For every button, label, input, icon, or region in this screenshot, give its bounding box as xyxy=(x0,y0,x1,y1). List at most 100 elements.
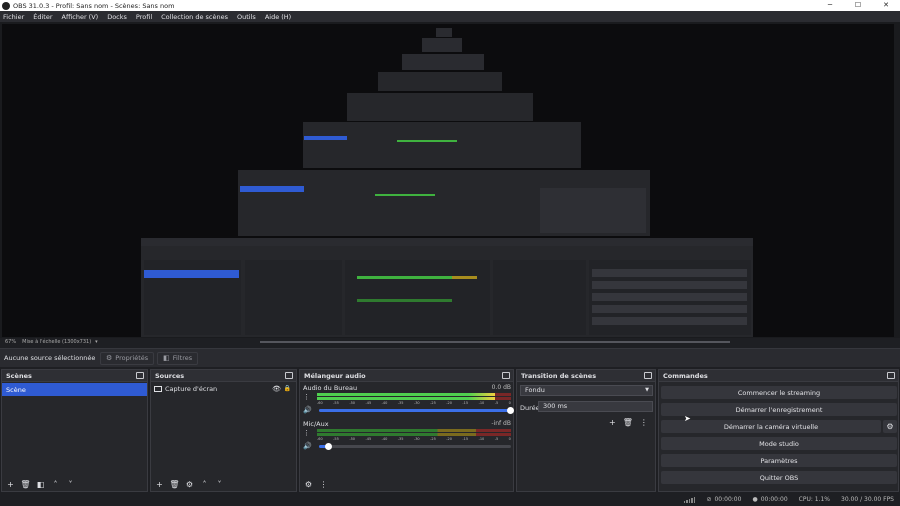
mixer-toolbar: ⚙ ⋮ xyxy=(300,477,513,491)
transitions-dock: Transition de scènes Fondu ▼ Durée 300 m… xyxy=(516,369,656,492)
scenes-title: Scènes xyxy=(6,371,32,380)
menu-editer[interactable]: Éditer xyxy=(33,13,52,21)
volume-slider-knob[interactable] xyxy=(507,407,514,414)
meter-tick-label: -25 xyxy=(430,437,436,441)
channel-db: 0.0 dB xyxy=(491,384,511,391)
commands-header: Commandes xyxy=(659,370,898,382)
close-button[interactable]: ✕ xyxy=(872,0,900,11)
menu-afficher[interactable]: Afficher (V) xyxy=(62,13,99,21)
meter-tick-label: -55 xyxy=(333,401,339,405)
exit-button[interactable]: Quitter OBS xyxy=(661,471,897,484)
zoom-level: 67% xyxy=(5,339,17,345)
undock-icon[interactable] xyxy=(285,372,293,379)
scale-label[interactable]: Mise à l'échelle (1300x731) xyxy=(22,339,91,345)
duration-input[interactable]: 300 ms xyxy=(538,401,653,412)
window-title: OBS 31.0.3 - Profil: Sans nom - Scènes: … xyxy=(13,1,175,10)
kebab-menu-icon[interactable]: ⋮ xyxy=(303,393,310,401)
record-status-icon: ● xyxy=(752,496,758,503)
meter-tick-label: -35 xyxy=(397,437,404,441)
audio-mixer-dock: Mélangeur audio Audio du Bureau 0.0 dB ⋮… xyxy=(299,369,514,492)
scenes-header: Scènes xyxy=(2,370,147,382)
menu-bar: Fichier Éditer Afficher (V) Docks Profil… xyxy=(0,11,900,22)
source-item[interactable]: Capture d'écran 👁 🔒 xyxy=(151,382,296,395)
mixer-channel-mic: Mic/Aux -inf dB ⋮ -60 -55 -50 -45 -40 -35 -30-… xyxy=(303,420,511,454)
speaker-icon[interactable]: 🔊 xyxy=(303,442,312,450)
record-time: 00:00:00 xyxy=(760,496,788,503)
menu-outils[interactable]: Outils xyxy=(237,13,256,21)
scenes-toolbar: + 🗑 ◧ ˄ ˅ xyxy=(2,477,147,491)
meter-tick-label: -55 xyxy=(333,437,339,441)
virtual-camera-settings-button[interactable]: ⚙ xyxy=(883,420,897,433)
trash-icon[interactable]: 🗑 xyxy=(623,418,633,427)
meter-tick-label: -25 xyxy=(430,401,436,405)
volume-slider[interactable] xyxy=(319,443,511,450)
volume-slider-knob[interactable] xyxy=(324,443,332,450)
meter-tick-label: 0 xyxy=(508,437,511,441)
menu-fichier[interactable]: Fichier xyxy=(3,13,24,21)
add-icon[interactable]: + xyxy=(609,418,616,427)
zoom-dropdown-icon[interactable]: ▾ xyxy=(95,339,98,345)
gear-icon: ⚙ xyxy=(886,422,894,431)
meter-tick-label: -50 xyxy=(349,437,356,441)
preview-canvas[interactable] xyxy=(2,24,894,337)
add-icon[interactable]: + xyxy=(5,480,16,489)
volume-slider[interactable] xyxy=(319,407,514,414)
speaker-icon[interactable]: 🔊 xyxy=(303,406,312,414)
lock-icon[interactable]: 🔒 xyxy=(284,385,291,392)
meter-tick-label: -45 xyxy=(365,401,372,405)
start-recording-button[interactable]: Démarrer l'enregistrement xyxy=(661,403,897,416)
arrow-down-icon[interactable]: ˅ xyxy=(214,480,225,489)
transition-tools: + 🗑 ⋮ xyxy=(609,418,648,427)
properties-label: Propriétés xyxy=(115,354,149,362)
status-bar: ⊘ 00:00:00 ● 00:00:00 CPU: 1.1% 30.00 / … xyxy=(0,493,900,506)
eye-icon[interactable]: 👁 xyxy=(272,385,281,393)
menu-docks[interactable]: Docks xyxy=(107,13,127,21)
menu-profil[interactable]: Profil xyxy=(136,13,152,21)
gear-icon[interactable]: ⚙ xyxy=(184,480,195,489)
properties-button[interactable]: ⚙ Propriétés xyxy=(100,351,155,365)
studio-mode-button[interactable]: Mode studio xyxy=(661,437,897,450)
mixer-header: Mélangeur audio xyxy=(300,370,513,382)
gear-icon[interactable]: ⚙ xyxy=(303,480,314,489)
settings-button[interactable]: Paramètres xyxy=(661,454,897,467)
menu-collection[interactable]: Collection de scènes xyxy=(161,13,228,21)
kebab-menu-icon[interactable]: ⋮ xyxy=(303,429,310,437)
kebab-menu-icon[interactable]: ⋮ xyxy=(318,480,329,489)
obs-logo-icon xyxy=(2,1,10,10)
meter-tick-label: -50 xyxy=(349,401,356,405)
commands-dock: Commandes Commencer le streaming Démarre… xyxy=(658,369,899,492)
filters-button[interactable]: ◧ Filtres xyxy=(157,351,199,365)
filter-icon[interactable]: ◧ xyxy=(35,480,46,489)
window-titlebar: OBS 31.0.3 - Profil: Sans nom - Scènes: … xyxy=(0,0,900,11)
add-icon[interactable]: + xyxy=(154,480,165,489)
stream-status-icon: ⊘ xyxy=(706,496,712,503)
volume-meter xyxy=(317,397,511,400)
scene-item[interactable]: Scène xyxy=(2,383,147,396)
undock-icon[interactable] xyxy=(887,372,895,379)
arrow-up-icon[interactable]: ˄ xyxy=(50,480,61,489)
undock-icon[interactable] xyxy=(644,372,652,379)
start-streaming-button[interactable]: Commencer le streaming xyxy=(661,386,897,399)
meter-level xyxy=(317,397,496,400)
volume-meter xyxy=(317,429,511,432)
monitor-icon xyxy=(154,385,162,392)
transition-select[interactable]: Fondu ▼ xyxy=(520,385,653,396)
trash-icon[interactable]: 🗑 xyxy=(169,480,180,489)
undock-icon[interactable] xyxy=(136,372,144,379)
minimize-button[interactable]: ─ xyxy=(816,0,844,11)
recursive-preview-image xyxy=(141,28,753,337)
meter-tick-label: -10 xyxy=(478,437,485,441)
meter-tick-label: -20 xyxy=(446,401,452,405)
maximize-button[interactable]: ☐ xyxy=(844,0,872,11)
preview-scrollbar[interactable] xyxy=(260,341,730,343)
undock-icon[interactable] xyxy=(502,372,510,379)
start-virtual-camera-button[interactable]: Démarrer la caméra virtuelle xyxy=(661,420,881,433)
kebab-menu-icon[interactable]: ⋮ xyxy=(640,418,648,427)
arrow-down-icon[interactable]: ˅ xyxy=(65,480,76,489)
arrow-up-icon[interactable]: ˄ xyxy=(199,480,210,489)
menu-aide[interactable]: Aide (H) xyxy=(265,13,291,21)
trash-icon[interactable]: 🗑 xyxy=(20,480,31,489)
sources-header: Sources xyxy=(151,370,296,382)
chevron-down-icon: ▼ xyxy=(645,387,649,393)
transitions-header: Transition de scènes xyxy=(517,370,655,382)
